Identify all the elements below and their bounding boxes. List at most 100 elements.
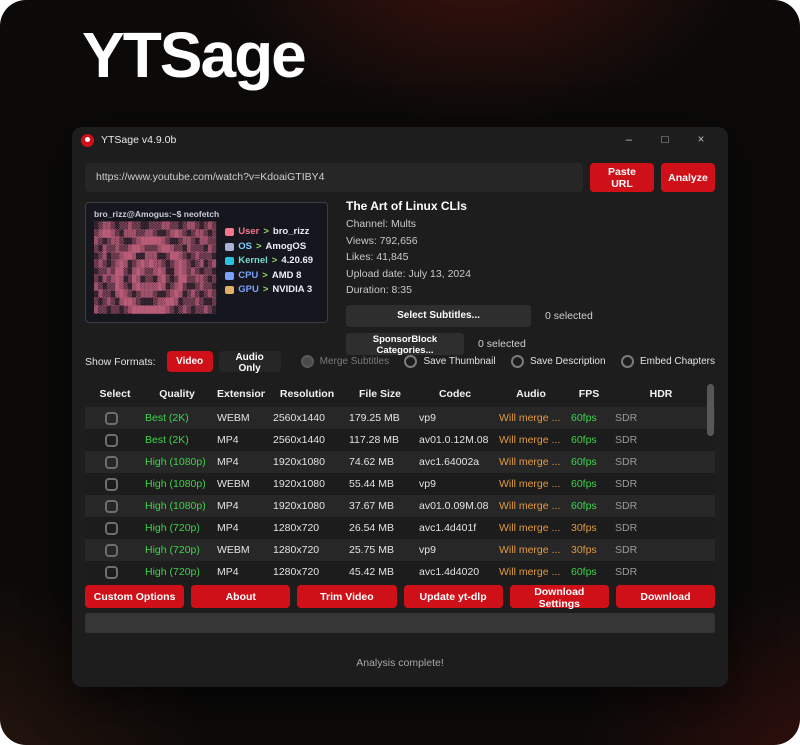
spec-label: Kernel (238, 254, 268, 269)
row-checkbox[interactable] (105, 544, 118, 557)
status-text: Analysis complete! (72, 657, 728, 669)
quality-cell: High (720p) (137, 544, 209, 556)
update-yt-dlp-button[interactable]: Update yt-dlp (404, 585, 503, 608)
spec-value: AmogOS (266, 240, 307, 255)
download-button[interactable]: Download (616, 585, 715, 608)
close-icon[interactable]: × (683, 134, 719, 146)
table-row[interactable]: High (1080p)MP41920x108037.67 MBav01.0.0… (85, 495, 715, 517)
fps-cell: 60fps (563, 456, 607, 468)
gpu-icon (225, 286, 234, 294)
column-header-extension: Extension (209, 388, 265, 400)
show-formats-label: Show Formats: (85, 356, 156, 368)
formats-row: Show Formats: Video Audio Only Merge Sub… (85, 351, 715, 372)
progress-bar (85, 613, 715, 633)
extension-cell: WEBM (209, 478, 265, 490)
save-description-label: Save Description (530, 356, 606, 367)
video-info-panel: The Art of Linux CLIs Channel: MultsView… (346, 199, 715, 355)
format-video-button[interactable]: Video (167, 351, 213, 372)
trim-video-button[interactable]: Trim Video (297, 585, 396, 608)
spec-arrow-icon: > (263, 225, 269, 240)
file-size-cell: 26.54 MB (341, 522, 411, 534)
spec-label: User (238, 225, 259, 240)
codec-cell: av01.0.09M.08 (411, 500, 491, 512)
audio-cell: Will merge ... (491, 478, 563, 490)
save-thumbnail-checkbox-icon[interactable] (404, 355, 417, 368)
row-checkbox[interactable] (105, 500, 118, 513)
quality-cell: Best (2K) (137, 434, 209, 446)
row-checkbox[interactable] (105, 522, 118, 535)
file-size-cell: 55.44 MB (341, 478, 411, 490)
codec-cell: avc1.64002a (411, 456, 491, 468)
row-checkbox[interactable] (105, 566, 118, 579)
spec-arrow-icon: > (263, 283, 269, 298)
embed-chapters-checkbox-icon[interactable] (621, 355, 634, 368)
video-meta-line: Likes: 41,845 (346, 249, 715, 266)
file-size-cell: 45.42 MB (341, 566, 411, 578)
spec-value: AMD 8 (272, 269, 302, 284)
analyze-button[interactable]: Analyze (661, 163, 715, 192)
extension-cell: MP4 (209, 566, 265, 578)
table-row[interactable]: High (1080p)MP41920x108074.62 MBavc1.640… (85, 451, 715, 473)
table-scrollbar[interactable] (707, 384, 714, 436)
title-bar[interactable]: YTSage v4.9.0b – □ × (72, 127, 728, 153)
file-size-cell: 74.62 MB (341, 456, 411, 468)
select-cell (85, 500, 137, 513)
row-checkbox[interactable] (105, 478, 118, 491)
resolution-cell: 1920x1080 (265, 478, 341, 490)
resolution-cell: 1280x720 (265, 544, 341, 556)
spec-arrow-icon: > (272, 254, 278, 269)
audio-cell: Will merge ... (491, 566, 563, 578)
checkbox-save-thumbnail[interactable]: Save Thumbnail (404, 355, 495, 368)
table-row[interactable]: High (720p)WEBM1280x72025.75 MBvp9Will m… (85, 539, 715, 561)
checkbox-save-description[interactable]: Save Description (511, 355, 606, 368)
spec-arrow-icon: > (262, 269, 268, 284)
quality-cell: High (1080p) (137, 456, 209, 468)
spec-label: OS (238, 240, 252, 255)
custom-options-button[interactable]: Custom Options (85, 585, 184, 608)
action-buttons-row: Custom Options About Trim Video Update yt-d… (85, 585, 715, 608)
select-cell (85, 412, 137, 425)
spec-label: CPU (238, 269, 258, 284)
audio-cell: Will merge ... (491, 456, 563, 468)
merge-subtitles-label: Merge Subtitles (320, 356, 389, 367)
row-checkbox[interactable] (105, 434, 118, 447)
format-audio-only-button[interactable]: Audio Only (219, 351, 281, 372)
select-subtitles-button[interactable]: Select Subtitles... (346, 305, 531, 327)
table-row[interactable]: High (1080p)WEBM1920x108055.44 MBvp9Will… (85, 473, 715, 495)
embed-chapters-label: Embed Chapters (640, 356, 715, 367)
paste-url-button[interactable]: Paste URL (590, 163, 654, 192)
table-row[interactable]: High (720p)MP41280x72026.54 MBavc1.4d401… (85, 517, 715, 539)
column-header-file-size: File Size (341, 388, 411, 400)
table-header-row: SelectQualityExtensionResolutionFile Siz… (85, 381, 715, 407)
hdr-cell: SDR (607, 478, 707, 490)
row-checkbox[interactable] (105, 412, 118, 425)
maximize-icon[interactable]: □ (647, 134, 683, 146)
extension-cell: MP4 (209, 434, 265, 446)
video-meta-line: Channel: Mults (346, 216, 715, 233)
url-input[interactable]: https://www.youtube.com/watch?v=KdoaiGTI… (85, 163, 583, 192)
app-logo-icon (81, 134, 94, 147)
about-button[interactable]: About (191, 585, 290, 608)
table-row[interactable]: High (720p)MP41280x72045.42 MBavc1.4d402… (85, 561, 715, 583)
resolution-cell: 1280x720 (265, 522, 341, 534)
video-meta: Channel: MultsViews: 792,656Likes: 41,84… (346, 216, 715, 299)
hdr-cell: SDR (607, 412, 707, 424)
checkbox-embed-chapters[interactable]: Embed Chapters (621, 355, 715, 368)
quality-cell: High (1080p) (137, 478, 209, 490)
extension-cell: MP4 (209, 456, 265, 468)
file-size-cell: 25.75 MB (341, 544, 411, 556)
window-controls: – □ × (611, 134, 719, 146)
fps-cell: 60fps (563, 478, 607, 490)
row-checkbox[interactable] (105, 456, 118, 469)
codec-cell: vp9 (411, 412, 491, 424)
spec-row: Kernel>4.20.69 (225, 254, 313, 269)
column-header-hdr: HDR (607, 388, 707, 400)
table-row[interactable]: Best (2K)MP42560x1440117.28 MBav01.0.12M… (85, 429, 715, 451)
table-row[interactable]: Best (2K)WEBM2560x1440179.25 MBvp9Will m… (85, 407, 715, 429)
spec-row: User>bro_rizz (225, 225, 313, 240)
minimize-icon[interactable]: – (611, 134, 647, 146)
neofetch-specs: User>bro_rizzOS>AmogOSKernel>4.20.69CPU>… (225, 223, 313, 314)
save-description-checkbox-icon[interactable] (511, 355, 524, 368)
download-settings-button[interactable]: Download Settings (510, 585, 609, 608)
file-size-cell: 117.28 MB (341, 434, 411, 446)
